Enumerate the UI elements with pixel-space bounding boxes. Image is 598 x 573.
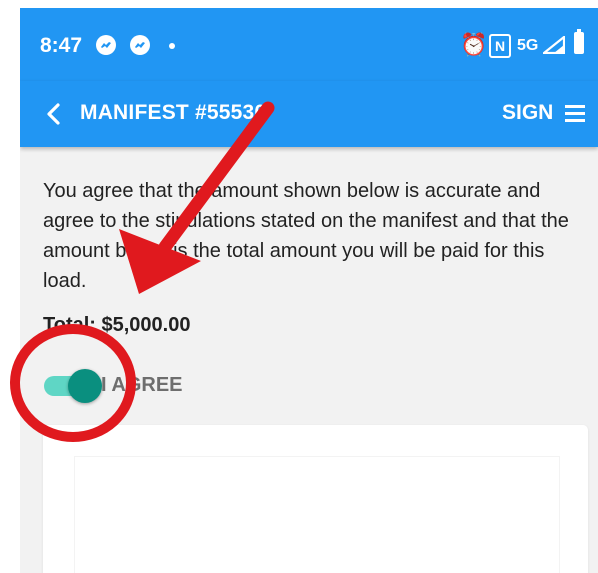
toggle-thumb (68, 369, 102, 403)
status-bar: 8:47 ⏰ N 5G (20, 8, 598, 81)
page-title: MANIFEST #55530 (80, 101, 267, 124)
signal-icon (543, 36, 565, 54)
hamburger-menu-icon[interactable] (565, 105, 585, 123)
back-chevron-icon[interactable] (42, 101, 68, 127)
signature-panel (43, 425, 588, 573)
messenger-icon (96, 35, 116, 55)
app-bar: MANIFEST #55530 SIGN (20, 81, 598, 147)
agree-label[interactable]: I AGREE (101, 374, 183, 397)
signature-pad[interactable] (74, 456, 560, 573)
agreement-text: You agree that the amount shown below is… (43, 180, 569, 292)
alarm-icon: ⏰ (460, 32, 488, 57)
sign-button[interactable]: SIGN (502, 101, 553, 125)
total-amount: Total: $5,000.00 (43, 314, 191, 336)
dot-icon (169, 43, 175, 49)
app-screen: 8:47 ⏰ N 5G MANIFEST #55530 SIGN You agr… (20, 8, 598, 573)
status-time: 8:47 (40, 34, 83, 57)
nfc-icon: N (489, 34, 511, 58)
agree-toggle[interactable] (44, 366, 102, 406)
network-type: 5G (517, 37, 539, 54)
battery-icon (574, 29, 584, 54)
messenger-icon (130, 35, 150, 55)
